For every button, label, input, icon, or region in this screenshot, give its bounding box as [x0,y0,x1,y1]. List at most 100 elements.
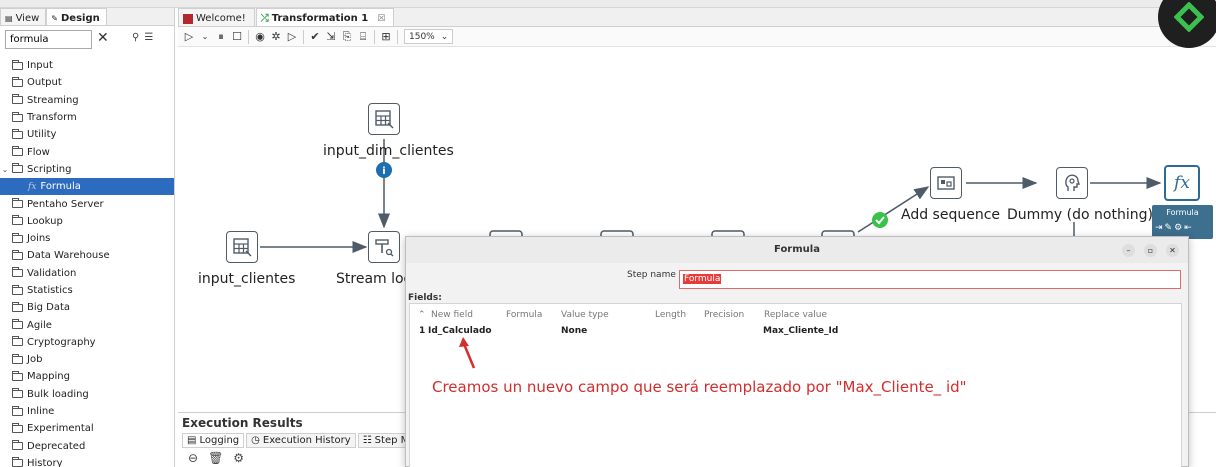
step-input-dim-clientes[interactable] [368,103,400,135]
input-hop-icon[interactable]: ⇥ [1155,223,1163,233]
tree-item-validation[interactable]: Validation [0,265,174,282]
step-stream-lookup[interactable] [368,231,400,263]
tree-item-history[interactable]: History [0,455,174,467]
output-hop-icon[interactable]: ⇤ [1184,223,1192,233]
tab-transformation[interactable]: ⤮ Transformation 1 ☒ [255,8,395,26]
preview-icon[interactable]: ◉ [255,30,265,43]
settings-icon[interactable]: ⚙ [233,451,244,465]
step-dummy[interactable] [1056,167,1088,199]
explore-db-icon[interactable]: ⌸ [358,30,368,44]
tree-item-transform[interactable]: Transform [0,109,174,126]
steps-search-input[interactable] [5,30,92,49]
tree-item-bulk-loading[interactable]: Bulk loading [0,386,174,403]
tab-design[interactable]: ✎ Design [46,8,107,25]
column-header[interactable]: Precision [704,310,744,320]
step-input-clientes[interactable] [226,231,258,263]
expand-chevron-icon[interactable]: ⌄ [0,165,10,174]
tab-welcome[interactable]: Welcome! [178,8,255,26]
grid-icon[interactable]: ⊞ [381,30,391,43]
tree-item-statistics[interactable]: Statistics [0,282,174,299]
tree-item-inline[interactable]: Inline [0,403,174,420]
tab-view[interactable]: ▤ View [0,8,47,25]
run-icon[interactable]: ▷ [184,30,194,43]
maximize-icon[interactable]: ▫ [1144,244,1157,257]
left-panel-tabs: ▤ View ✎ Design [0,8,174,26]
tree-item-streaming[interactable]: Streaming [0,92,174,109]
tree-item-output[interactable]: Output [0,74,174,91]
tree-item-big-data[interactable]: Big Data [0,299,174,316]
cell-new-field[interactable]: Id_Calculado [428,326,492,336]
tree-item-utility[interactable]: Utility [0,126,174,143]
top-menu-strip [0,0,1216,8]
fx-icon: fx [1174,173,1190,193]
tree-item-mapping[interactable]: Mapping [0,368,174,385]
tree-item-label: Joins [27,233,51,245]
head-icon [1065,174,1080,191]
red-arrow-annotation [459,337,476,369]
steps-tree: Input Output Streaming Transform Utility Flow… [0,57,174,467]
folder-icon [12,163,23,174]
zoom-select[interactable]: 150% ⌄ [404,29,454,44]
verify-icon[interactable]: ✔ [310,30,320,43]
stop-icon[interactable]: ☐ [232,30,242,43]
close-icon[interactable]: ✕ [1166,244,1179,257]
folder-icon [12,388,23,399]
brand-logo-icon [1174,2,1204,32]
minimize-icon[interactable]: – [1122,244,1135,257]
tree-item-pentaho-server[interactable]: Pentaho Server [0,195,174,212]
tree-item-input[interactable]: Input [0,57,174,74]
tree-item-joins[interactable]: Joins [0,230,174,247]
settings-icon[interactable]: ⚙ [1174,223,1182,233]
step-name-input[interactable]: Formula [679,270,1181,289]
annotation-text: Creamos un nuevo campo que será reemplaz… [432,378,967,396]
step-formula[interactable]: fx [1164,165,1200,201]
tree-item-cryptography[interactable]: Cryptography [0,334,174,351]
cell-replace-value[interactable]: Max_Cliente_Id [763,326,838,336]
folder-icon [12,76,23,87]
tree-item-experimental[interactable]: Experimental [0,420,174,437]
fx-icon: fx [28,181,37,192]
impact-icon[interactable]: ⇲ [326,30,336,43]
logging-actions: ⊖ 🗑 ⚙ [188,451,244,465]
view-icon: ▤ [5,13,13,23]
tree-item-flow[interactable]: Flow [0,143,174,160]
column-header[interactable]: Replace value [764,310,827,320]
chevron-down-icon: ⌄ [440,31,449,42]
step-add-sequence[interactable] [930,167,962,199]
folder-icon [12,215,23,226]
pause-icon[interactable]: ⏸ [216,30,226,44]
tab-transformation-label: Transformation 1 [271,13,369,24]
step-label-input-clientes: input_clientes [198,271,296,287]
tree-view-toggle-icons[interactable]: ⚲☰ [132,32,158,43]
replay-icon[interactable]: ▷ [287,30,297,43]
tree-item-label: Pentaho Server [27,198,104,210]
trash-icon[interactable]: 🗑 [208,451,223,465]
tab-execution-history[interactable]: ◷ Execution History [246,433,356,448]
debug-icon[interactable]: ✲ [271,30,281,43]
tree-item-label: Lookup [27,215,63,227]
column-header[interactable]: Value type [561,310,609,320]
clear-search-icon[interactable]: ✕ [97,30,109,46]
column-header[interactable]: Length [655,310,686,320]
tree-item-formula[interactable]: fx Formula [0,178,174,196]
column-header[interactable]: New field [431,310,473,320]
tree-item-job[interactable]: Job [0,351,174,368]
column-header[interactable]: Formula [506,310,542,320]
tree-item-label: Validation [27,267,77,279]
sql-icon[interactable]: ⎘ [342,30,352,44]
close-tab-icon[interactable]: ☒ [377,14,385,24]
folder-icon [12,249,23,260]
stop-log-icon[interactable]: ⊖ [188,451,198,465]
folder-icon [12,128,23,139]
tab-logging[interactable]: ▤ Logging [182,433,245,448]
run-options-chevron-icon[interactable]: ⌄ [200,32,210,41]
tree-item-lookup[interactable]: Lookup [0,213,174,230]
cell-value-type[interactable]: None [561,326,587,336]
tree-item-data-warehouse[interactable]: Data Warehouse [0,247,174,264]
tree-item-agile[interactable]: Agile [0,316,174,333]
tree-item-deprecated[interactable]: Deprecated [0,438,174,455]
tree-item-label: Transform [27,112,77,124]
step-name-value: Formula [683,274,722,284]
edit-icon[interactable]: ✎ [1165,223,1173,233]
tree-item-scripting[interactable]: ⌄ Scripting [0,161,174,178]
